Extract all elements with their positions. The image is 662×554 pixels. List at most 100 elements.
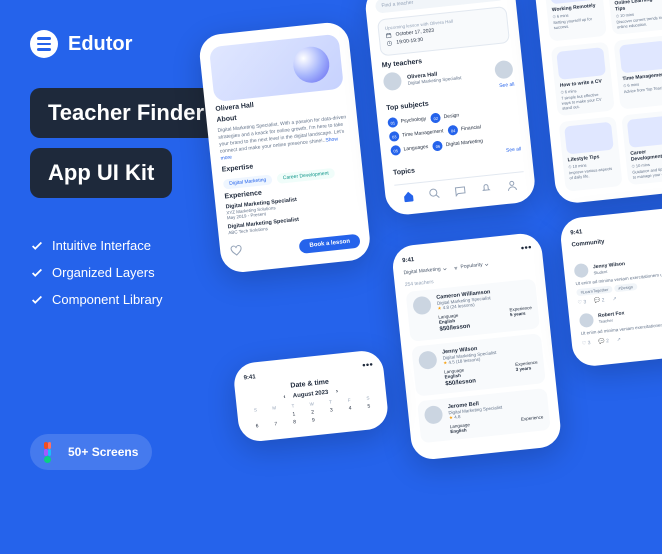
expertise-chip[interactable]: Digital Marketing [223,174,273,189]
home-icon[interactable] [402,190,415,203]
status-time: 9:41 [243,374,256,381]
brand-name: Edutor [68,33,132,56]
cal-date[interactable]: 2 [304,409,321,417]
phone-mockups-group: Olivera Hall About Digital Marketing Spe… [195,0,662,554]
logo-icon [30,30,58,58]
community-post[interactable]: Robert FoxTeacherUt enim ad minima venia… [579,301,662,346]
badge-text: 50+ Screens [68,445,138,459]
book-lesson-button[interactable]: Book a lesson [299,234,361,254]
figma-icon [44,442,58,462]
screens-badge: 50+ Screens [30,434,152,470]
post-tag[interactable]: #LearnTogether [576,285,613,296]
filter-sort[interactable]: Popularity [453,261,490,271]
prev-month-button[interactable]: ‹ [283,394,286,400]
phone-teacher-list: 9:41●●● Digital Marketing Popularity 254… [391,232,563,462]
avatar [412,296,432,316]
phone-community: 9:41●●● Community Following Jenny Wilson… [559,205,662,368]
content-card[interactable]: How to write a CV⏱ 6 mins7 simple but ef… [551,42,615,117]
content-card[interactable]: Time Management⏱ 6 minsAdvice from Top T… [613,35,662,110]
subject-chip[interactable]: 05Languages [390,142,429,156]
teacher-card[interactable]: Cameron WilliamsonDigital Marketing Spec… [406,279,541,342]
cal-date[interactable]: 7 [267,421,284,429]
feature-1-label: Intuitive Interface [52,238,151,253]
cal-date [248,415,265,423]
avatar [574,263,589,278]
cal-date[interactable]: 6 [249,422,266,430]
avatar [383,71,403,91]
phone-profile: Olivera Hall About Digital Marketing Spe… [198,21,372,274]
comment-icon[interactable]: 💬 2 [594,297,605,304]
phone-content: Working Remotely⏱ 6 minsSetting yourself… [532,0,662,205]
community-post[interactable]: Jenny WilsonStudentUt enim ad minima ven… [574,252,662,306]
post-tag[interactable]: #Design [614,283,637,292]
bottom-nav [394,171,525,203]
chat-icon[interactable] [454,184,467,197]
cal-day-label: M [266,405,283,412]
chevron-down-icon [442,266,447,271]
content-card[interactable]: Online Learning Tips⏱ 10 minsDiscover cu… [606,0,662,35]
subject-chip[interactable]: 02Design [430,111,459,124]
cal-date[interactable]: 3 [323,407,340,415]
tab-community[interactable]: Community [571,239,604,248]
check-icon [30,293,44,307]
cal-day-label: S [359,395,376,402]
content-card[interactable]: Career Development⏱ 10 minsGuidance and … [621,110,662,186]
like-icon[interactable]: ♡ 3 [577,299,586,306]
status-time: 9:41 [570,229,583,236]
cal-day-label: T [322,399,339,406]
chevron-down-icon [484,262,489,267]
teacher-card[interactable]: Jenny WilsonDigital Marketing Specialist… [411,333,546,396]
feature-3-label: Component Library [52,292,163,307]
card-thumbnail [564,122,614,155]
upcoming-lesson-card[interactable]: Upcoming lesson with Olivera Hall Octobe… [377,6,510,56]
content-card[interactable]: Lifestyle Tips⏱ 10 minsImprove various a… [559,116,623,192]
search-nav-icon[interactable] [428,187,441,200]
cal-date[interactable]: 1 [285,411,302,419]
comment-icon[interactable]: 💬 2 [598,338,609,345]
phone-home: Find a teacher Upcoming lesson with Oliv… [364,0,537,217]
bell-icon[interactable] [480,182,493,195]
filter-subject[interactable]: Digital Marketing [403,266,448,277]
profile-hero [209,34,344,102]
cal-date[interactable]: 8 [286,419,303,427]
clock-icon [386,40,393,47]
cal-date [266,413,283,421]
avatar [418,350,438,370]
share-icon[interactable]: ↗ [612,296,617,302]
feature-2-label: Organized Layers [52,265,155,280]
cal-date[interactable]: 9 [305,417,322,425]
subject-chip[interactable]: 01Psychology [387,114,426,128]
next-month-button[interactable]: › [336,389,339,395]
title-line-1: Teacher Finder [30,88,222,138]
avatar [424,405,444,425]
cal-day-label: W [303,401,320,408]
cal-day-label: T [284,403,301,410]
heart-icon[interactable] [230,244,243,257]
card-thumbnail [619,41,662,74]
phone-datetime: 9:41●●● Date & time ‹ August 2023 › SMTW… [232,349,389,443]
check-icon [30,266,44,280]
cal-day-label: F [341,397,358,404]
avatar [494,60,514,80]
calendar-icon [385,32,392,39]
avatar [579,312,594,327]
like-icon[interactable]: ♡ 3 [582,340,591,347]
card-thumbnail [556,47,606,80]
share-icon[interactable]: ↗ [616,337,621,343]
title-line-2: App UI Kit [30,148,172,198]
subject-chip[interactable]: 04Financial [448,122,482,135]
check-icon [30,239,44,253]
card-thumbnail [627,115,662,148]
cal-day-label: S [247,407,264,414]
cal-date[interactable]: 4 [341,405,358,413]
teacher-card[interactable]: Jerome BellDigital Marketing Specialist★… [417,388,551,443]
subject-chip[interactable]: 06Digital Marketing [432,136,483,151]
expertise-chip[interactable]: Career Development [276,168,335,184]
lesson-time: 19:00-19:30 [396,37,423,46]
subject-chip[interactable]: 03Time Management [389,126,444,142]
profile-icon[interactable] [505,179,518,192]
cal-date[interactable]: 5 [360,403,377,411]
sort-icon [453,265,458,270]
status-time: 9:41 [402,257,415,264]
content-card[interactable]: Working Remotely⏱ 6 minsSetting yourself… [543,0,607,42]
